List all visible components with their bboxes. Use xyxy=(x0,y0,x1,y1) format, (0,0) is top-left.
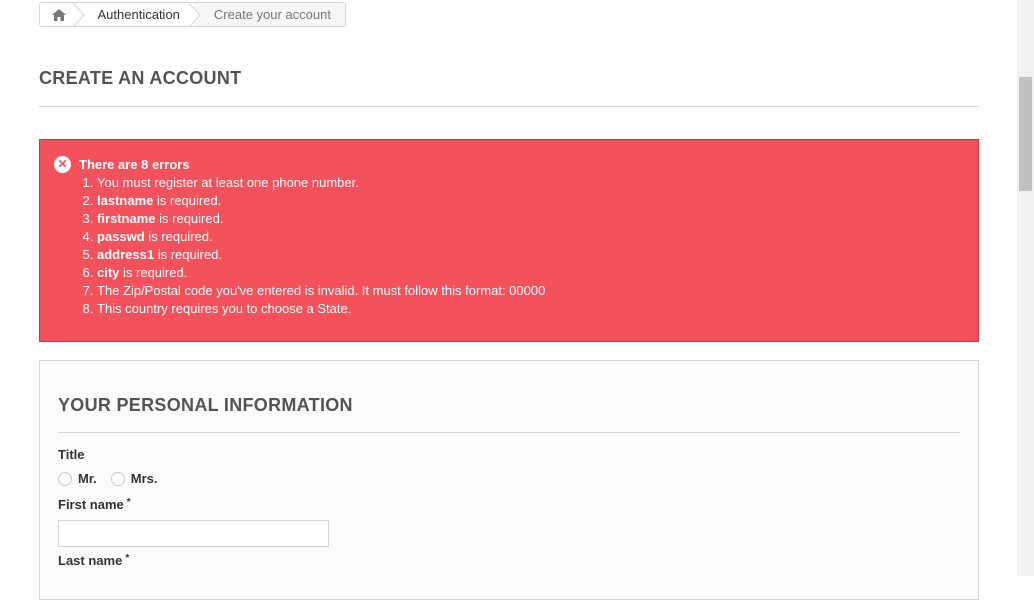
radio-mr-label: Mr. xyxy=(78,471,97,486)
alert-header: ✕ There are 8 errors xyxy=(54,155,964,173)
scrollbar-thumb[interactable] xyxy=(1019,77,1032,191)
error-list: You must register at least one phone num… xyxy=(54,174,964,318)
breadcrumb: Authentication Create your account xyxy=(39,2,346,27)
close-circle-icon: ✕ xyxy=(54,155,71,173)
first-name-label: First name * xyxy=(58,497,131,512)
error-item: passwd is required. xyxy=(97,228,964,246)
section-heading: YOUR PERSONAL INFORMATION xyxy=(58,395,960,433)
first-name-label-text: First name xyxy=(58,497,124,512)
page-title: CREATE AN ACCOUNT xyxy=(39,68,979,107)
error-item: address1 is required. xyxy=(97,246,964,264)
required-mark: * xyxy=(126,497,131,508)
last-name-label: Last name * xyxy=(58,553,129,568)
first-name-input[interactable] xyxy=(58,520,329,547)
error-item: lastname is required. xyxy=(97,192,964,210)
radio-mrs-label: Mrs. xyxy=(130,471,158,486)
title-option-mr[interactable]: Mr. xyxy=(58,471,97,486)
title-radio-group: Mr. Mrs. xyxy=(58,471,172,486)
title-label: Title xyxy=(58,447,85,462)
error-item: The Zip/Postal code you've entered is in… xyxy=(97,282,964,300)
title-option-mrs[interactable]: Mrs. xyxy=(110,471,158,486)
last-name-label-text: Last name xyxy=(58,553,123,568)
error-item: firstname is required. xyxy=(97,210,964,228)
radio-mr[interactable] xyxy=(58,471,72,486)
required-mark: * xyxy=(125,553,130,564)
error-item: You must register at least one phone num… xyxy=(97,174,964,192)
radio-mrs[interactable] xyxy=(110,471,125,486)
error-item: This country requires you to choose a St… xyxy=(97,300,964,318)
home-icon xyxy=(51,8,66,21)
error-item: city is required. xyxy=(97,264,964,282)
personal-info-form: YOUR PERSONAL INFORMATION Title Mr. Mrs.… xyxy=(39,360,979,600)
alert-title: There are 8 errors xyxy=(79,156,190,172)
page-scrollbar[interactable] xyxy=(1017,0,1034,576)
breadcrumb-authentication[interactable]: Authentication xyxy=(77,3,194,26)
breadcrumb-current: Create your account xyxy=(213,7,331,22)
error-alert: ✕ There are 8 errors You must register a… xyxy=(39,139,979,342)
